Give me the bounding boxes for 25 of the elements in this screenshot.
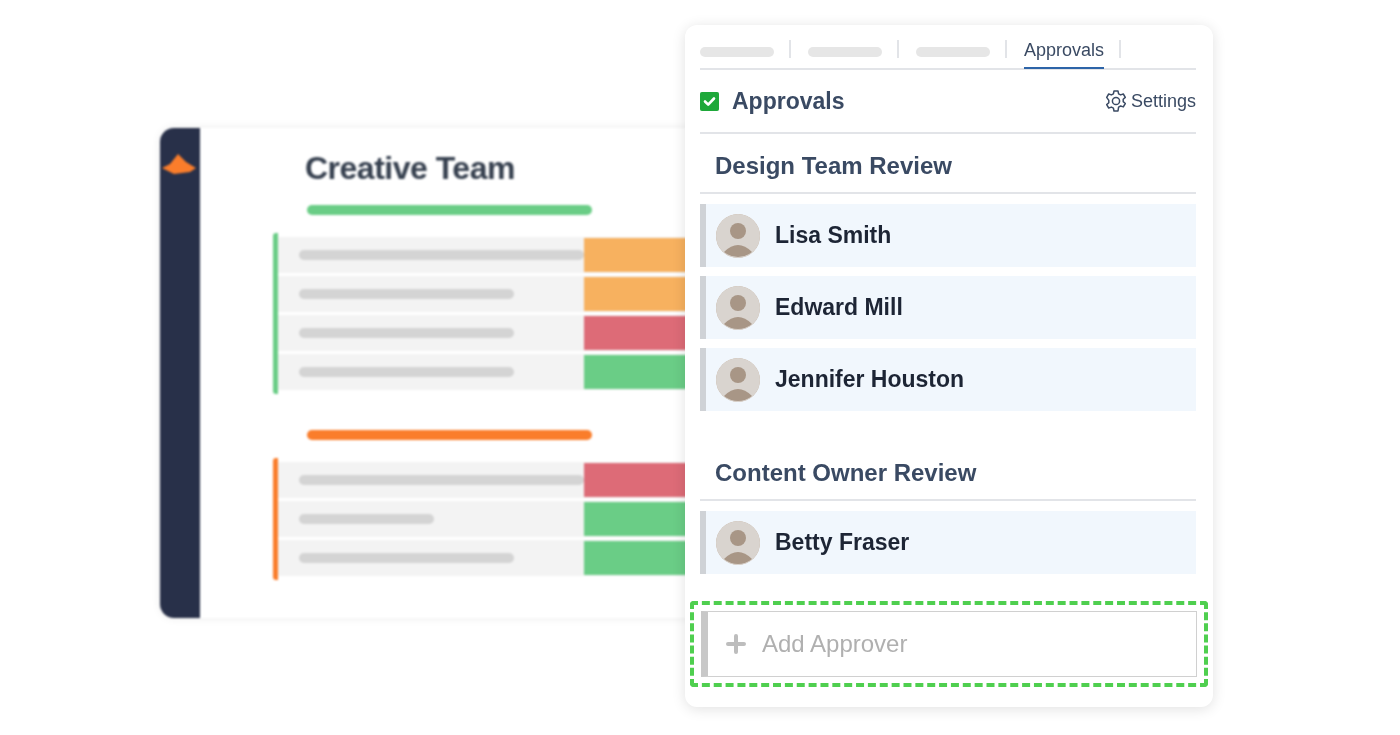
- approver-row[interactable]: Betty Fraser: [700, 511, 1196, 574]
- avatar: [716, 213, 760, 258]
- settings-button[interactable]: Settings: [1103, 89, 1196, 113]
- add-approver-field[interactable]: Add Approver: [701, 611, 1197, 677]
- section-title: Approvals: [732, 87, 846, 115]
- tab-placeholder[interactable]: [916, 46, 990, 57]
- plus-icon: [726, 634, 746, 654]
- approver-row[interactable]: Lisa Smith: [700, 204, 1196, 267]
- tab-placeholder[interactable]: [700, 46, 774, 57]
- page-title: Creative Team: [305, 150, 516, 187]
- avatar: [716, 520, 760, 565]
- approver-row[interactable]: Jennifer Houston: [700, 348, 1196, 411]
- avatar: [716, 357, 760, 402]
- approver-name: Betty Fraser: [775, 529, 910, 556]
- tab-placeholder[interactable]: [808, 46, 882, 57]
- review-group-title: Design Team Review: [700, 134, 1196, 194]
- tab[interactable]: Approvals: [1024, 36, 1105, 69]
- approver-name: Edward Mill: [775, 294, 903, 321]
- approver-row[interactable]: Edward Mill: [700, 276, 1196, 339]
- approver-name: Jennifer Houston: [775, 366, 965, 393]
- checkbox[interactable]: [700, 91, 719, 111]
- avatar: [716, 285, 760, 330]
- approver-name: Lisa Smith: [775, 222, 892, 249]
- review-group-title: Content Owner Review: [700, 441, 1196, 501]
- settings-icon: [1103, 89, 1128, 113]
